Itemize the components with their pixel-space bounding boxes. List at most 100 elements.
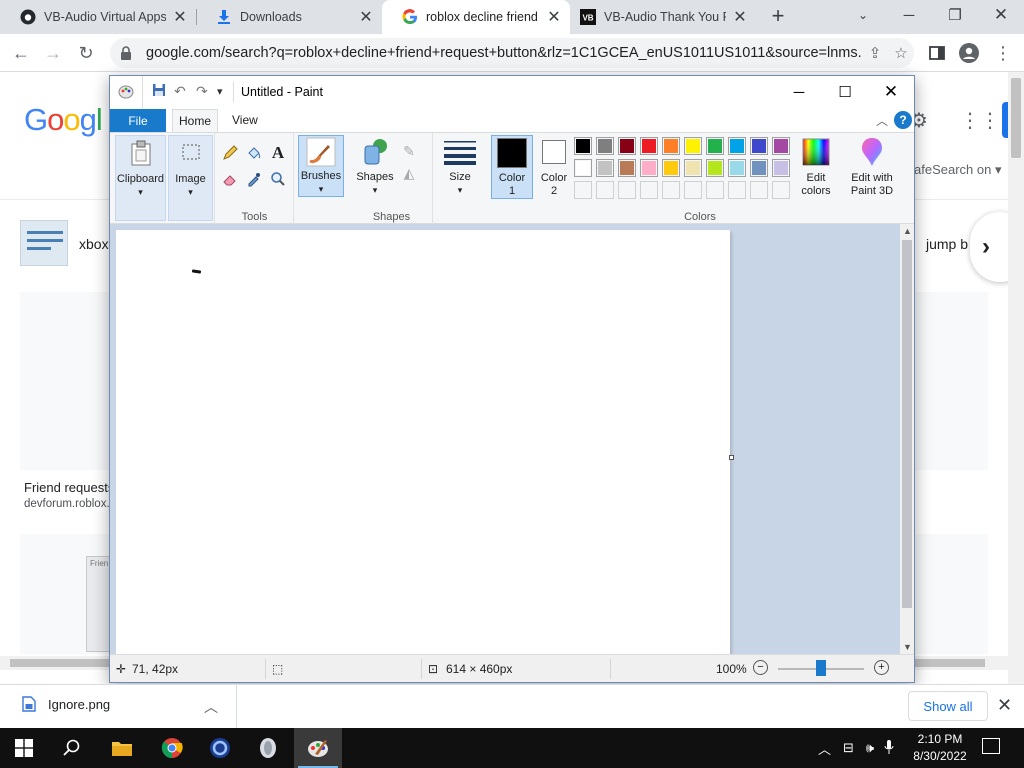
page-scrollbar-thumb[interactable]: [1011, 78, 1021, 158]
palette-color-swatch[interactable]: [574, 137, 592, 155]
color2-button[interactable]: Color 2: [534, 135, 574, 199]
scroll-up-icon[interactable]: ▲: [903, 226, 912, 236]
edit-with-paint3d-button[interactable]: Edit with Paint 3D: [844, 135, 900, 205]
show-hidden-icons-chevron-icon[interactable]: ︿: [818, 739, 831, 758]
share-icon[interactable]: ⇪: [862, 44, 888, 62]
text-tool-icon[interactable]: A: [268, 143, 288, 163]
tab-google-search[interactable]: roblox decline friend re ✕: [382, 0, 570, 34]
close-window-icon[interactable]: ✕: [868, 76, 914, 108]
paint-taskbar-icon[interactable]: [294, 728, 342, 768]
paint-app-icon[interactable]: [118, 83, 134, 102]
color-picker-icon[interactable]: [244, 169, 264, 189]
reload-icon[interactable]: ↻: [73, 40, 99, 66]
clipboard-button[interactable]: Clipboard ▾: [115, 135, 166, 221]
color1-button[interactable]: Color 1: [491, 135, 533, 199]
scroll-down-icon[interactable]: ▼: [903, 642, 912, 652]
notifications-icon[interactable]: [982, 738, 1000, 754]
volume-icon[interactable]: 🕪: [866, 740, 874, 756]
close-tab-icon[interactable]: ✕: [546, 7, 562, 27]
page-scrollbar[interactable]: [1008, 72, 1024, 684]
palette-color-swatch[interactable]: [772, 137, 790, 155]
forward-arrow-icon[interactable]: →: [40, 40, 66, 66]
result-title[interactable]: Friend requests: [24, 480, 114, 495]
palette-color-swatch[interactable]: [706, 137, 724, 155]
custom-color-slot[interactable]: [596, 181, 614, 199]
custom-color-slot[interactable]: [574, 181, 592, 199]
palette-color-swatch[interactable]: [640, 159, 658, 177]
palette-color-swatch[interactable]: [684, 159, 702, 177]
save-icon[interactable]: [152, 83, 166, 100]
chrome-icon[interactable]: [148, 728, 196, 768]
palette-color-swatch[interactable]: [596, 137, 614, 155]
palette-color-swatch[interactable]: [750, 137, 768, 155]
palette-color-swatch[interactable]: [684, 137, 702, 155]
network-icon[interactable]: ⊟: [843, 740, 854, 756]
custom-color-slot[interactable]: [728, 181, 746, 199]
help-icon[interactable]: ?: [894, 111, 912, 129]
shapes-button[interactable]: Shapes ▾: [355, 135, 395, 197]
search-icon[interactable]: [48, 728, 96, 768]
custom-color-slot[interactable]: [684, 181, 702, 199]
fill-icon[interactable]: ◭: [399, 163, 419, 183]
edit-colors-button[interactable]: Edit colors: [792, 135, 840, 205]
palette-color-swatch[interactable]: [618, 159, 636, 177]
custom-color-slot[interactable]: [750, 181, 768, 199]
profile-avatar-icon[interactable]: [956, 40, 982, 66]
back-arrow-icon[interactable]: ←: [8, 40, 34, 66]
palette-color-swatch[interactable]: [706, 159, 724, 177]
related-chip-xbox[interactable]: xbox: [79, 236, 109, 252]
taskbar-clock[interactable]: 2:10 PM 8/30/2022: [908, 731, 972, 765]
restore-icon[interactable]: ❐: [932, 0, 978, 30]
close-tab-icon[interactable]: ✕: [172, 7, 188, 27]
drawing-canvas[interactable]: [116, 230, 730, 654]
chevron-up-icon[interactable]: ︿: [204, 697, 218, 717]
tab-vb-audio-thank-you[interactable]: VB VB-Audio Thank You P ✕: [570, 0, 756, 34]
chip-thumbnail[interactable]: [20, 220, 68, 266]
chrome-menu-icon[interactable]: ⋮: [990, 40, 1016, 66]
minimize-icon[interactable]: ─: [886, 0, 932, 30]
brushes-button[interactable]: Brushes ▾: [298, 135, 344, 197]
tab-vb-audio-apps[interactable]: VB-Audio Virtual Apps ✕: [0, 0, 196, 34]
custom-color-slot[interactable]: [706, 181, 724, 199]
show-all-button[interactable]: Show all: [908, 691, 988, 721]
palette-color-swatch[interactable]: [728, 159, 746, 177]
safesearch-toggle[interactable]: afeSearch on ▾: [914, 162, 1001, 178]
google-logo[interactable]: Googl: [24, 102, 103, 138]
palette-color-swatch[interactable]: [640, 137, 658, 155]
app-icon[interactable]: [244, 728, 292, 768]
collapse-ribbon-icon[interactable]: ︿: [876, 112, 888, 129]
palette-color-swatch[interactable]: [596, 159, 614, 177]
eraser-icon[interactable]: [220, 169, 240, 189]
outline-icon[interactable]: ✎: [399, 141, 419, 161]
microphone-icon[interactable]: [884, 739, 894, 758]
download-item[interactable]: Ignore.png: [22, 696, 110, 712]
close-tab-icon[interactable]: ✕: [732, 7, 748, 27]
bookmark-star-icon[interactable]: ☆: [888, 44, 914, 62]
close-window-icon[interactable]: ✕: [978, 0, 1024, 30]
palette-color-swatch[interactable]: [662, 159, 680, 177]
palette-color-swatch[interactable]: [574, 159, 592, 177]
fill-bucket-icon[interactable]: [244, 143, 264, 163]
new-tab-button[interactable]: +: [768, 4, 788, 30]
undo-icon[interactable]: ↶: [174, 83, 186, 100]
tab-downloads[interactable]: Downloads ✕: [196, 0, 382, 34]
related-chip-jump[interactable]: jump b: [926, 236, 968, 252]
canvas-scrollbar-thumb[interactable]: [902, 240, 912, 608]
palette-color-swatch[interactable]: [728, 137, 746, 155]
size-button[interactable]: Size ▾: [438, 135, 482, 197]
pencil-icon[interactable]: [220, 143, 240, 163]
quick-access-dropdown-icon[interactable]: ▾: [217, 85, 223, 98]
tab-search-icon[interactable]: ⌄: [840, 0, 886, 30]
file-explorer-icon[interactable]: [98, 728, 146, 768]
canvas-resize-handle[interactable]: [729, 455, 734, 460]
address-bar[interactable]: google.com/search?q=roblox+decline+frien…: [110, 38, 914, 68]
zoom-out-icon[interactable]: −: [753, 660, 768, 675]
tab-view[interactable]: View: [232, 113, 258, 127]
tab-home[interactable]: Home: [172, 109, 218, 132]
custom-color-slot[interactable]: [640, 181, 658, 199]
custom-color-slot[interactable]: [772, 181, 790, 199]
palette-color-swatch[interactable]: [618, 137, 636, 155]
close-shelf-icon[interactable]: ✕: [997, 695, 1012, 716]
close-tab-icon[interactable]: ✕: [358, 7, 374, 27]
minimize-icon[interactable]: ─: [776, 76, 822, 108]
